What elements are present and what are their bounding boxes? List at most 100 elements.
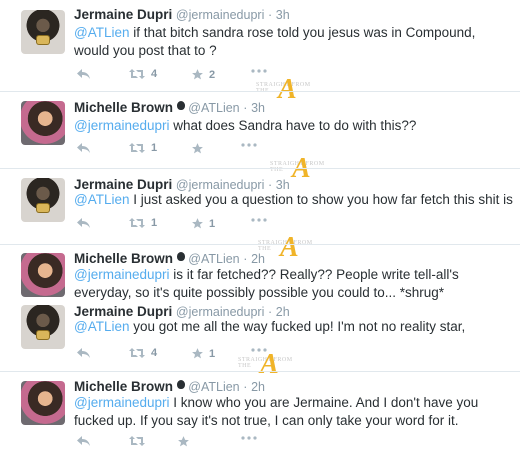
favorite-button[interactable]: 1	[191, 347, 215, 360]
star-icon	[192, 348, 203, 359]
avatar[interactable]	[21, 178, 65, 222]
tweet-body: if that bitch sandra rose told you jesus…	[74, 25, 476, 58]
favorite-button[interactable]: 1	[191, 217, 215, 230]
retweet-icon	[129, 218, 145, 228]
tweet-body: I just asked you a question to show you …	[129, 192, 513, 207]
user-name[interactable]: Michelle Brown	[74, 100, 173, 115]
retweet-icon	[129, 436, 145, 446]
retweet-button[interactable]	[128, 435, 146, 447]
reply-icon	[77, 218, 90, 228]
tweet-text: @jermainedupri I know who you are Jermai…	[74, 394, 514, 430]
retweet-button[interactable]: 1	[128, 142, 157, 154]
tweet-text: @ATLien I just asked you a question to s…	[74, 191, 514, 209]
more-button[interactable]	[250, 217, 268, 223]
mention-link[interactable]: @jermainedupri	[74, 267, 170, 282]
timestamp[interactable]: 3h	[251, 101, 265, 115]
favorite-button[interactable]	[191, 142, 209, 155]
watermark-logo: STRAIGHT FROM THE A	[238, 349, 298, 380]
user-handle[interactable]: @jermainedupri	[176, 305, 264, 319]
star-icon	[192, 143, 203, 154]
tweet[interactable]: Jermaine Dupri @jermainedupri · 3h @ATLi…	[0, 176, 520, 263]
retweet-icon	[129, 348, 145, 358]
avatar[interactable]	[21, 101, 65, 145]
reply-button[interactable]	[76, 435, 91, 447]
more-icon	[251, 69, 267, 73]
apple-icon: 	[176, 101, 185, 110]
reply-icon	[77, 436, 90, 446]
tweet-text: @jermainedupri is it far fetched?? Reall…	[74, 266, 514, 302]
retweet-icon	[129, 143, 145, 153]
avatar[interactable]	[21, 10, 65, 54]
user-handle[interactable]: @jermainedupri	[176, 178, 264, 192]
user-handle[interactable]: @ATLien	[188, 380, 239, 394]
divider	[0, 244, 520, 245]
mention-link[interactable]: @ATLien	[74, 192, 129, 207]
retweet-button[interactable]: 1	[128, 217, 157, 229]
divider	[0, 91, 520, 92]
favorite-count: 1	[209, 347, 216, 360]
timestamp[interactable]: 2h	[251, 252, 265, 266]
retweet-count: 4	[151, 347, 158, 359]
more-button[interactable]	[240, 435, 258, 441]
tweet-header: Michelle Brown  @ATLien · 3h	[74, 100, 265, 115]
favorite-button[interactable]: 2	[191, 68, 215, 81]
timestamp[interactable]: 3h	[276, 8, 290, 22]
avatar[interactable]	[21, 253, 65, 297]
retweet-button[interactable]: 4	[128, 347, 157, 359]
reply-icon	[77, 143, 90, 153]
more-button[interactable]	[240, 142, 258, 148]
tweet-header: Jermaine Dupri @jermainedupri · 3h	[74, 7, 290, 22]
watermark-letter: A	[260, 349, 279, 380]
retweet-icon	[129, 69, 145, 79]
reply-button[interactable]	[76, 142, 91, 154]
more-icon	[251, 218, 267, 222]
user-name[interactable]: Michelle Brown	[74, 251, 173, 266]
timestamp[interactable]: 2h	[251, 380, 265, 394]
mention-link[interactable]: @jermainedupri	[74, 118, 170, 133]
tweet[interactable]: Michelle Brown  @ATLien · 2h @jermained…	[0, 250, 520, 300]
tweet[interactable]: Jermaine Dupri @jermainedupri · 2h @ATLi…	[0, 303, 520, 380]
reply-icon	[77, 69, 90, 79]
divider	[0, 371, 520, 372]
retweet-count: 1	[151, 142, 158, 154]
user-handle[interactable]: @jermainedupri	[176, 8, 264, 22]
apple-icon: 	[176, 380, 185, 389]
reply-icon	[77, 348, 90, 358]
tweet[interactable]: Michelle Brown  @ATLien · 3h @jermained…	[0, 99, 520, 184]
user-name[interactable]: Michelle Brown	[74, 379, 173, 394]
tweet[interactable]: Jermaine Dupri @jermainedupri · 3h @ATLi…	[0, 6, 520, 105]
favorite-button[interactable]	[177, 435, 190, 448]
divider	[0, 168, 520, 169]
favorite-count: 1	[209, 217, 216, 230]
star-icon	[192, 69, 203, 80]
tweet-text: @ATLien you got me all the way fucked up…	[74, 318, 514, 336]
star-icon	[192, 218, 203, 229]
tweet-body: you got me all the way fucked up! I'm no…	[129, 319, 466, 334]
tweet-text: @jermainedupri what does Sandra have to …	[74, 117, 514, 135]
mention-link[interactable]: @ATLien	[74, 319, 129, 334]
timestamp[interactable]: 3h	[276, 178, 290, 192]
tweet[interactable]: Michelle Brown  @ATLien · 2h @jermained…	[0, 378, 520, 447]
more-button[interactable]	[250, 68, 268, 74]
avatar[interactable]	[21, 381, 65, 425]
reply-button[interactable]	[76, 68, 91, 80]
reply-button[interactable]	[76, 217, 91, 229]
user-name[interactable]: Jermaine Dupri	[74, 177, 172, 192]
reply-button[interactable]	[76, 347, 91, 359]
more-icon	[241, 143, 257, 147]
favorite-count: 2	[209, 68, 216, 81]
user-name[interactable]: Jermaine Dupri	[74, 304, 172, 319]
timestamp[interactable]: 2h	[276, 305, 290, 319]
avatar[interactable]	[21, 305, 65, 349]
user-name[interactable]: Jermaine Dupri	[74, 7, 172, 22]
user-handle[interactable]: @ATLien	[188, 101, 239, 115]
star-icon	[178, 436, 189, 447]
retweet-button[interactable]: 4	[128, 68, 157, 80]
mention-link[interactable]: @jermainedupri	[74, 395, 170, 410]
user-handle[interactable]: @ATLien	[188, 252, 239, 266]
tweet-body: what does Sandra have to do with this??	[169, 118, 417, 133]
mention-link[interactable]: @ATLien	[74, 25, 129, 40]
retweet-count: 1	[151, 217, 158, 229]
apple-icon: 	[176, 252, 185, 261]
retweet-count: 4	[151, 68, 158, 80]
